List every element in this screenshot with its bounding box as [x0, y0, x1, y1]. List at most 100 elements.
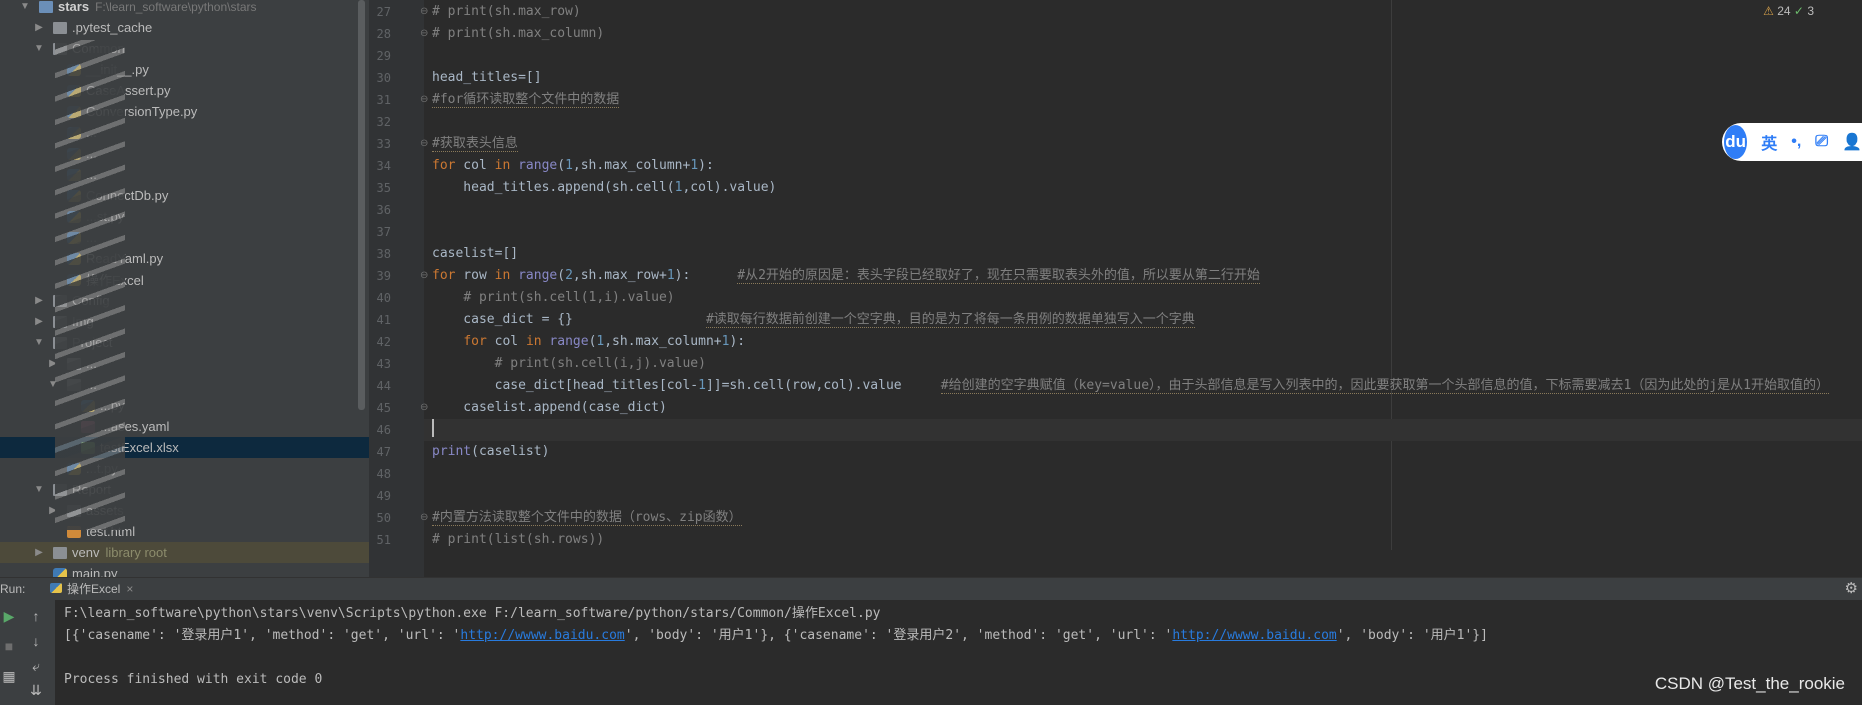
fold-icon[interactable]: ⊖ [420, 23, 428, 45]
code-line[interactable]: #获取表头信息 [432, 133, 518, 155]
tree-item[interactable]: ▶ Img [0, 311, 369, 332]
expand-arrow-icon[interactable]: ▼ [47, 379, 59, 390]
layout-icon[interactable]: ▦ [0, 668, 18, 685]
tree-item[interactable]: ▼ stars F:\learn_software\python\stars [0, 0, 369, 17]
tree-item[interactable]: ▼ Common [0, 38, 369, 59]
fold-icon[interactable]: ⊖ [420, 265, 428, 287]
tree-item[interactable]: ... [0, 143, 369, 164]
rerun-icon[interactable]: ▶ [0, 608, 18, 625]
baidu-ime-logo[interactable]: du [1724, 125, 1748, 159]
stop-icon[interactable]: ■ [0, 638, 18, 654]
tree-item[interactable]: test.html [0, 521, 369, 542]
project-tree[interactable]: ▼ stars F:\learn_software\python\stars ▶ .py… [0, 0, 369, 577]
tree-item[interactable]: testExcel.xlsx [0, 437, 369, 458]
code-line[interactable]: # print(list(sh.rows)) [432, 529, 604, 551]
ime-keyboard-icon[interactable]: ⎚ [1815, 133, 1828, 151]
code-line[interactable]: for row in range(2,sh.max_row+1): #从2开始的… [432, 265, 1260, 287]
fold-icon[interactable]: ⊖ [420, 133, 428, 155]
tree-item[interactable]: ▶ assets [0, 500, 369, 521]
tree-item[interactable]: ▶ .pytest_cache [0, 17, 369, 38]
run-tab[interactable]: 操作Excel × [44, 578, 140, 602]
tree-item[interactable]: ...st.py [0, 206, 369, 227]
tree-item[interactable]: ... [0, 164, 369, 185]
code-line[interactable]: head_titles=[] [432, 67, 542, 89]
code-line[interactable]: for col in range(1,sh.max_column+1): [432, 155, 714, 177]
scroll-down-icon[interactable]: ↓ [27, 633, 45, 649]
tree-item[interactable]: ...py [0, 395, 369, 416]
ime-user-icon[interactable]: 👤 [1842, 132, 1862, 152]
check-icon: ✓ [1793, 4, 1804, 18]
run-console[interactable]: F:\learn_software\python\stars\venv\Scri… [55, 600, 1862, 705]
tree-item[interactable]: ... [0, 227, 369, 248]
py-icon [67, 231, 81, 244]
expand-arrow-icon[interactable]: ▶ [33, 547, 45, 558]
ime-toolbar[interactable]: du 英 •, ⎚ 👤 [1722, 123, 1862, 161]
text-caret [432, 419, 434, 437]
fold-icon[interactable]: ⊖ [420, 397, 428, 419]
fold-icon[interactable]: ⊖ [420, 1, 428, 23]
tree-item[interactable]: ReadYaml.py [0, 248, 369, 269]
code-line[interactable]: case_dict[head_titles[col-1]]=sh.cell(ro… [432, 375, 1829, 397]
soft-wrap-icon[interactable]: ⤶ [27, 658, 45, 675]
code-line[interactable]: # print(sh.max_column) [432, 23, 604, 45]
code-line[interactable]: #内置方法读取整个文件中的数据（rows、zip函数） [432, 507, 742, 529]
tree-item[interactable]: ▼... [0, 374, 369, 395]
tree-item[interactable]: ...ases.yaml [0, 416, 369, 437]
tree-item[interactable]: ConversionType.py [0, 101, 369, 122]
code-line[interactable]: print(caselist) [432, 441, 549, 463]
expand-arrow-icon[interactable]: ▼ [33, 43, 45, 54]
tree-item[interactable]: ▶... [0, 353, 369, 374]
tree-item[interactable]: 操作Excel [0, 269, 369, 290]
code-line[interactable]: # print(sh.cell(1,i).value) [432, 287, 674, 309]
fold-icon[interactable]: ⊖ [420, 507, 428, 529]
output-link[interactable]: http://wwww.baidu.com [460, 628, 624, 643]
code-line[interactable]: for col in range(1,sh.max_column+1): [432, 331, 745, 353]
expand-arrow-icon[interactable]: ▶ [33, 295, 45, 306]
tree-item[interactable]: ▼ Report [0, 479, 369, 500]
close-icon[interactable]: × [126, 582, 133, 596]
code-line[interactable]: # print(sh.cell(i,j).value) [432, 353, 706, 375]
tree-item[interactable]: ... [0, 122, 369, 143]
tree-item[interactable]: main.py [0, 563, 369, 577]
xlsx-icon [81, 441, 95, 454]
tree-item[interactable]: ▼ Project [0, 332, 369, 353]
ime-punctuation-toggle[interactable]: •, [1791, 133, 1801, 151]
line-number: 49 [376, 489, 391, 503]
py-icon [67, 84, 81, 97]
expand-arrow-icon[interactable]: ▼ [33, 484, 45, 495]
current-line-highlight [424, 419, 1862, 441]
code-line[interactable]: head_titles.append(sh.cell(1,col).value) [432, 177, 776, 199]
tree-item-label: test.html [86, 524, 136, 539]
code-line[interactable]: caselist=[] [432, 243, 518, 265]
expand-arrow-icon[interactable]: ▶ [47, 358, 59, 369]
tree-item[interactable]: ...t.py [0, 458, 369, 479]
expand-arrow-icon[interactable]: ▼ [33, 337, 45, 348]
line-number: 43 [376, 357, 391, 371]
tree-item[interactable]: ▶ Config [0, 290, 369, 311]
code-line[interactable]: #for循环读取整个文件中的数据 [432, 89, 620, 111]
inspection-widget[interactable]: ⚠ 24 ✓ 3 [1763, 4, 1814, 18]
line-number: 34 [376, 159, 391, 173]
expand-arrow-icon[interactable]: ▼ [19, 1, 31, 12]
tree-item[interactable]: __init__.py [0, 59, 369, 80]
code-line[interactable]: case_dict = {} #读取每行数据前创建一个空字典，目的是为了将每一条… [432, 309, 1195, 331]
expand-arrow-icon[interactable]: ▶ [33, 22, 45, 33]
expand-arrow-icon[interactable]: ▶ [33, 316, 45, 327]
tree-scrollbar[interactable] [358, 0, 365, 410]
tree-item-label: 操作Excel [86, 273, 144, 288]
ime-language-toggle[interactable]: 英 [1761, 130, 1777, 154]
output-link[interactable]: http://wwww.baidu.com [1172, 628, 1336, 643]
line-number: 33 [376, 137, 391, 151]
expand-arrow-icon[interactable]: ▶ [47, 505, 59, 516]
code-line[interactable]: # print(sh.max_row) [432, 1, 581, 23]
code-line[interactable]: caselist.append(case_dict) [432, 397, 667, 419]
scroll-to-end-icon[interactable]: ⇊ [27, 682, 45, 699]
line-number: 45 [376, 401, 391, 415]
scroll-up-icon[interactable]: ↑ [27, 608, 45, 624]
tree-item[interactable]: CaseAssert.py [0, 80, 369, 101]
fold-icon[interactable]: ⊖ [420, 89, 428, 111]
tree-item[interactable]: ConnectDb.py [0, 185, 369, 206]
tree-item[interactable]: ▶ venv library root [0, 542, 369, 563]
py-icon [67, 126, 81, 139]
gear-icon[interactable]: ⚙ [1845, 579, 1858, 597]
